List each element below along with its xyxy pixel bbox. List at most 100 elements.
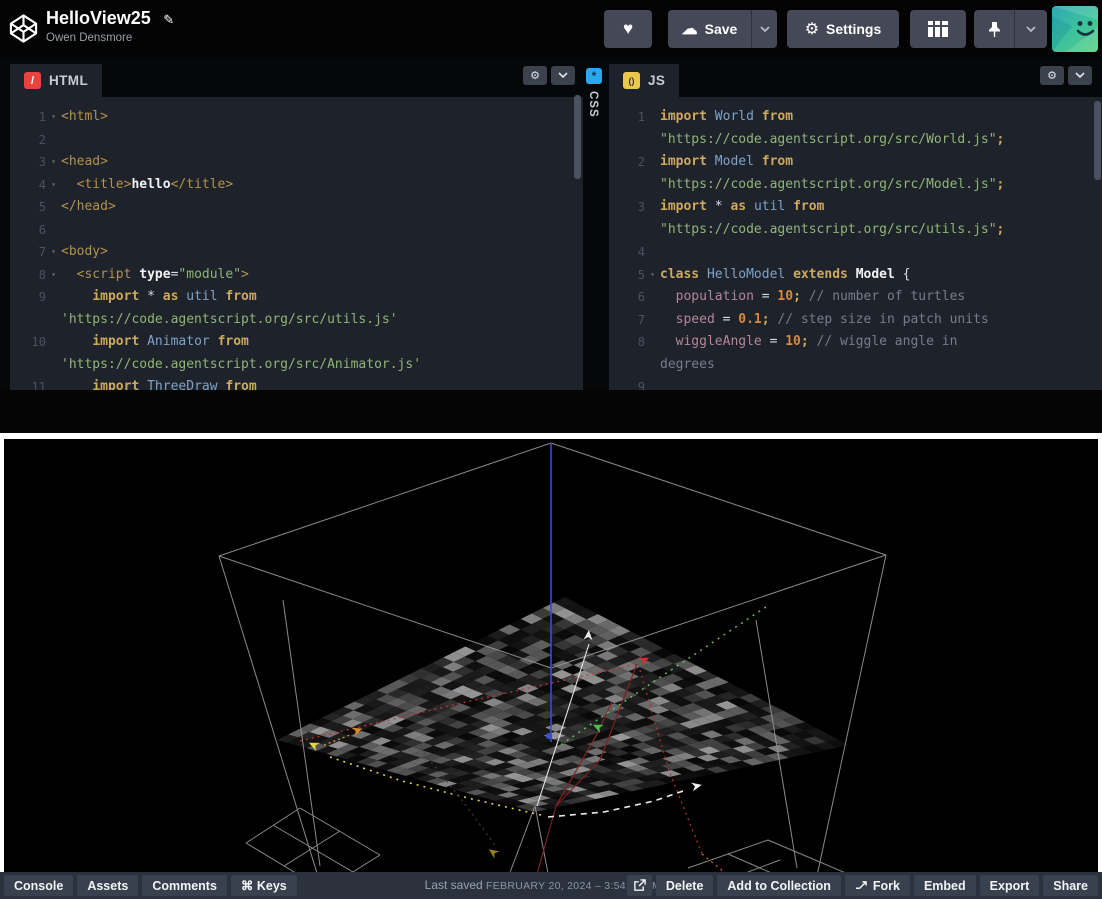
pin-button[interactable] [974, 10, 1014, 48]
tab-js[interactable]: () JS [609, 64, 679, 97]
code-line: 4 [609, 241, 1102, 264]
code-line: 'https://code.agentscript.org/src/utils.… [10, 309, 583, 332]
saved-label: Last saved [425, 878, 486, 892]
pin-split-button [974, 10, 1047, 48]
html-code-area[interactable]: 1▾<html>23▾<head>4▾ <title>hello</title>… [10, 97, 583, 390]
gear-icon: ⚙ [530, 69, 540, 82]
toast-band: ax axe DevTools Browser Extension: Easil… [0, 390, 1102, 433]
js-scrollbar-thumb[interactable] [1094, 101, 1101, 180]
chevron-down-icon [558, 72, 568, 79]
tab-html-label: HTML [49, 73, 88, 88]
assets-button[interactable]: Assets [77, 875, 138, 896]
code-line: 8 wiggleAngle = 10; // wiggle angle in [609, 331, 1102, 354]
js-code-area[interactable]: 1import World from"https://code.agentscr… [609, 97, 1102, 390]
pen-title: HelloView25 [46, 8, 151, 29]
fold-marker-icon[interactable]: ▾ [46, 174, 61, 197]
fork-button[interactable]: Fork [845, 875, 910, 896]
code-line: 5▾class HelloModel extends Model { [609, 264, 1102, 287]
tab-js-label: JS [648, 73, 665, 88]
code-line: 11 import ThreeDraw from [10, 376, 583, 390]
fold-marker-icon[interactable]: ▾ [46, 151, 61, 174]
code-line: 8▾ <script type="module"> [10, 264, 583, 287]
share-button[interactable]: Share [1043, 875, 1098, 896]
console-button[interactable]: Console [4, 875, 73, 896]
tab-html[interactable]: / HTML [10, 64, 102, 97]
3d-canvas[interactable] [0, 433, 1102, 872]
code-line: "https://code.agentscript.org/src/utils.… [609, 219, 1102, 242]
code-line: 2 [10, 129, 583, 152]
fork-label: Fork [873, 879, 900, 893]
comments-button[interactable]: Comments [142, 875, 227, 896]
last-saved-status: Last saved FEBRUARY 20, 2024 – 3:54:08 P… [425, 878, 661, 892]
save-options-button[interactable] [751, 10, 777, 48]
code-line: 9 [609, 376, 1102, 390]
js-editor-settings-button[interactable]: ⚙ [1040, 66, 1064, 85]
fork-icon [855, 880, 868, 891]
css-lang-icon: * [586, 68, 602, 84]
gear-icon: ⚙ [805, 19, 819, 39]
chevron-down-icon [1026, 26, 1036, 33]
keys-button[interactable]: ⌘ Keys [231, 875, 297, 896]
code-line: 5</head> [10, 196, 583, 219]
save-split-button: ☁ Save [668, 10, 777, 48]
save-label: Save [705, 21, 738, 37]
html-editor-panel: / HTML ⚙ 1▾<html>23▾<head>4▾ <title>hell… [10, 57, 583, 390]
code-line: 9 import * as util from [10, 286, 583, 309]
code-line: "https://code.agentscript.org/src/World.… [609, 129, 1102, 152]
code-line: 7 speed = 0.1; // step size in patch uni… [609, 309, 1102, 332]
code-line: 3import * as util from [609, 196, 1102, 219]
code-line: 1▾<html> [10, 106, 583, 129]
pin-options-button[interactable] [1014, 10, 1047, 48]
fold-marker-icon[interactable]: ▾ [46, 106, 61, 129]
js-tab-row: () JS ⚙ [609, 57, 1102, 97]
code-line: 4▾ <title>hello</title> [10, 174, 583, 197]
code-line: 6 population = 10; // number of turtles [609, 286, 1102, 309]
fold-marker-icon[interactable]: ▾ [46, 241, 61, 264]
tab-css-collapsed[interactable]: * CSS [583, 57, 609, 390]
edit-title-icon[interactable]: ✎ [163, 12, 174, 28]
fold-marker-icon[interactable]: ▾ [645, 264, 660, 287]
settings-button[interactable]: ⚙ Settings [787, 10, 899, 48]
delete-button[interactable]: Delete [656, 875, 714, 896]
user-avatar[interactable] [1052, 6, 1098, 52]
gear-icon: ⚙ [1047, 69, 1057, 82]
html-editor-collapse-button[interactable] [551, 66, 575, 85]
code-line: 2import Model from [609, 151, 1102, 174]
settings-label: Settings [826, 21, 881, 37]
add-to-collection-button[interactable]: Add to Collection [717, 875, 840, 896]
code-line: 6 [10, 219, 583, 242]
save-button[interactable]: ☁ Save [668, 10, 751, 48]
code-line: degrees [609, 354, 1102, 377]
result-preview [0, 433, 1102, 872]
js-editor-collapse-button[interactable] [1068, 66, 1092, 85]
change-view-button[interactable] [910, 10, 966, 48]
app-header: HelloView25 ✎ Owen Densmore ♥ ☁ Save ⚙ S… [0, 0, 1102, 57]
heart-icon: ♥ [623, 19, 633, 39]
footer-bar: Console Assets Comments ⌘ Keys Last save… [0, 872, 1102, 899]
code-line: 3▾<head> [10, 151, 583, 174]
html-tab-row: / HTML ⚙ [10, 57, 583, 97]
pin-icon [988, 21, 1001, 38]
export-button[interactable]: Export [980, 875, 1040, 896]
embed-button[interactable]: Embed [914, 875, 976, 896]
code-line: 7▾<body> [10, 241, 583, 264]
code-line: 'https://code.agentscript.org/src/Animat… [10, 354, 583, 377]
html-lang-icon: / [24, 72, 41, 89]
code-line: 1import World from [609, 106, 1102, 129]
code-line: 10 import Animator from [10, 331, 583, 354]
codepen-logo-icon[interactable] [8, 13, 39, 44]
html-editor-settings-button[interactable]: ⚙ [523, 66, 547, 85]
code-line: "https://code.agentscript.org/src/Model.… [609, 174, 1102, 197]
open-live-view-button[interactable] [627, 875, 652, 896]
codepen-editor-app: HelloView25 ✎ Owen Densmore ♥ ☁ Save ⚙ S… [0, 0, 1102, 899]
js-lang-icon: () [623, 72, 640, 89]
html-scrollbar-thumb[interactable] [574, 95, 581, 179]
chevron-down-icon [1075, 72, 1085, 79]
like-button[interactable]: ♥ [604, 10, 652, 48]
fold-marker-icon[interactable]: ▾ [46, 264, 61, 287]
chevron-down-icon [760, 26, 770, 33]
external-link-icon [633, 879, 646, 892]
avatar-smiley-icon [1052, 6, 1098, 52]
editor-band: / HTML ⚙ 1▾<html>23▾<head>4▾ <title>hell… [0, 57, 1102, 390]
cloud-icon: ☁ [682, 19, 698, 39]
